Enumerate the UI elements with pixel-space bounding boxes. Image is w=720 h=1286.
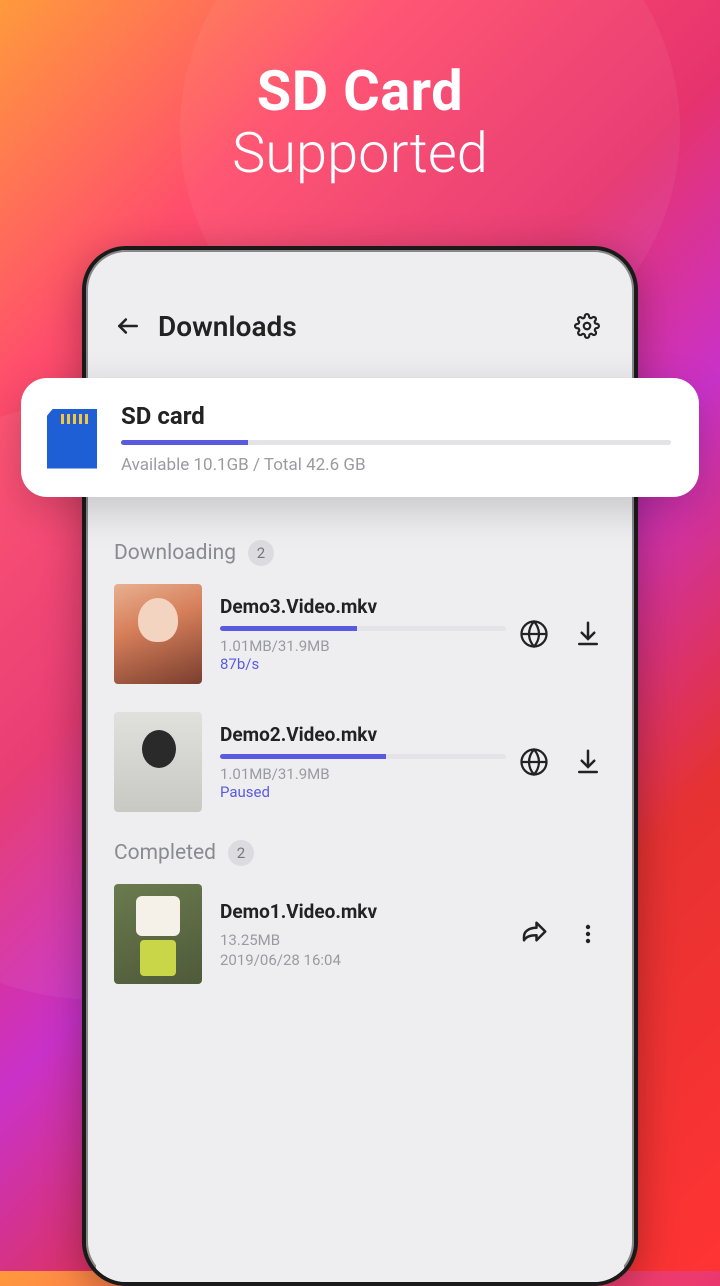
video-thumbnail [114,584,202,684]
back-button[interactable] [108,306,148,346]
item-size: 1.01MB/31.9MB [220,637,506,655]
item-size: 13.25MB [220,931,506,949]
video-thumbnail [114,712,202,812]
more-button[interactable] [570,916,606,952]
download-icon [573,747,603,777]
count-badge: 2 [248,540,274,566]
item-speed: 87b/s [220,655,506,673]
progress-bar [220,754,506,759]
item-title: Demo1.Video.mkv [220,900,506,923]
item-status: Paused [220,783,506,801]
globe-icon [519,747,549,777]
globe-icon [519,619,549,649]
video-thumbnail [114,884,202,984]
sd-card-icon [47,409,97,469]
sd-card-title: SD card [121,402,671,430]
download-item[interactable]: Demo3.Video.mkv 1.01MB/31.9MB 87b/s [96,584,624,684]
download-item[interactable]: Demo2.Video.mkv 1.01MB/31.9MB Paused [96,712,624,812]
page-title: Downloads [158,310,570,343]
settings-button[interactable] [570,309,604,343]
item-title: Demo2.Video.mkv [220,723,506,746]
sd-card-panel[interactable]: SD card Available 10.1GB / Total 42.6 GB [21,378,699,497]
section-header-completed: Completed 2 [96,840,624,866]
completed-item[interactable]: Demo1.Video.mkv 13.25MB 2019/06/28 16:04 [96,884,624,984]
gear-icon [574,313,600,339]
share-icon [519,919,549,949]
count-badge: 2 [228,840,254,866]
progress-bar [220,626,506,631]
app-bar: Downloads [96,292,624,360]
section-title: Completed [114,841,216,865]
globe-button[interactable] [516,616,552,652]
download-button[interactable] [570,744,606,780]
section-header-downloading: Downloading 2 [96,540,624,566]
section-title: Downloading [114,541,236,565]
sd-progress-bar [121,440,671,445]
globe-button[interactable] [516,744,552,780]
item-date: 2019/06/28 16:04 [220,951,506,969]
download-icon [573,619,603,649]
item-title: Demo3.Video.mkv [220,595,506,618]
more-vertical-icon [576,919,600,949]
download-button[interactable] [570,616,606,652]
arrow-left-icon [115,313,141,339]
sd-storage-info: Available 10.1GB / Total 42.6 GB [121,455,671,475]
status-bar [96,266,624,292]
share-button[interactable] [516,916,552,952]
item-size: 1.01MB/31.9MB [220,765,506,783]
